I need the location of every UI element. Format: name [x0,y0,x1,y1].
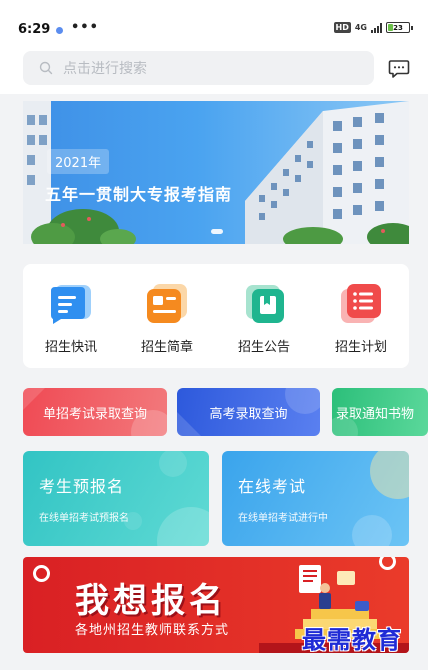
carousel-indicator[interactable] [211,229,223,234]
battery-icon: 23 [386,22,413,33]
promo-title: 我想报名 [75,581,227,621]
signal-icon [371,22,382,33]
quick-links-card: 招生快讯 招生简章 招生公告 招生计划 [23,264,409,368]
quick-link-plan[interactable]: 招生计划 [313,264,409,368]
pre-registration-card[interactable]: 考生预报名 在线单招考试预报名 [23,451,209,546]
more-dots-icon: ••• [71,20,99,35]
search-bar: 点击进行搜索 [0,44,428,94]
ring-decoration [33,565,50,582]
status-bar: 6:29 ••• HD 4G 23 [0,0,428,44]
quick-link-announcement[interactable]: 招生公告 [216,264,312,368]
plan-icon [341,284,381,323]
status-time: 6:29 [18,22,51,37]
status-indicators: HD 4G 23 [333,22,413,33]
quick-link-brochure[interactable]: 招生简章 [119,264,215,368]
search-input[interactable]: 点击进行搜索 [23,51,374,85]
announcement-icon [246,285,284,323]
exam-admission-query-button[interactable]: 单招考试录取查询 [23,388,167,436]
pill-label: 录取通知书物 [336,406,415,422]
message-icon[interactable] [388,59,410,79]
notification-dot-icon [56,27,63,34]
quick-link-label: 招生快讯 [44,340,97,355]
card-decoration [124,451,209,546]
quick-link-news[interactable]: 招生快讯 [23,264,119,368]
banner-carousel[interactable]: 2021年 五年一贯制大专报考指南 [23,101,409,244]
network-type: 4G [354,23,367,32]
promo-subtitle: 各地州招生教师联系方式 [75,623,230,638]
search-icon [39,61,53,75]
quick-link-label: 招生简章 [140,340,193,355]
card-title: 考生预报名 [39,477,125,496]
admission-letter-button[interactable]: 录取通知书物 [332,388,428,436]
card-title: 在线考试 [238,477,307,496]
brochure-icon [147,284,187,323]
card-subtitle: 在线单招考试预报名 [39,513,129,524]
battery-level: 23 [393,23,403,32]
online-exam-card[interactable]: 在线考试 在线单招考试进行中 [222,451,409,546]
card-decoration [352,451,409,546]
watermark-text: 最需教育 [302,626,402,654]
quick-link-label: 招生公告 [237,340,290,355]
search-placeholder: 点击进行搜索 [63,61,147,77]
gaokao-admission-query-button[interactable]: 高考录取查询 [177,388,320,436]
card-subtitle: 在线单招考试进行中 [238,513,328,524]
pill-label: 高考录取查询 [209,406,288,422]
pill-label: 单招考试录取查询 [42,406,147,422]
news-icon [51,285,91,324]
quick-link-label: 招生计划 [334,340,387,355]
banner-year: 2021年 [47,149,110,174]
hd-badge: HD [333,22,351,33]
banner-title: 五年一贯制大专报考指南 [45,185,233,204]
